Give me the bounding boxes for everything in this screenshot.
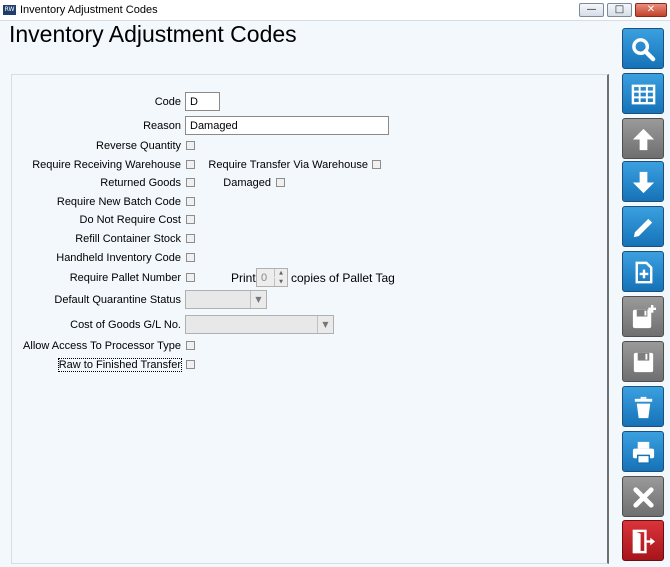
- stepper-up-icon[interactable]: ▲: [274, 269, 287, 277]
- minimize-icon: —: [586, 4, 597, 15]
- list-view-button[interactable]: [622, 73, 664, 114]
- print-label: Print: [231, 271, 256, 285]
- cancel-button[interactable]: [622, 476, 664, 517]
- returned-goods-label: Returned Goods: [100, 177, 181, 189]
- save-icon: [633, 352, 654, 373]
- raw-to-finished-transfer-label[interactable]: Raw to Finished Transfer: [57, 358, 183, 372]
- require-receiving-warehouse-label: Require Receiving Warehouse: [32, 159, 181, 171]
- arrow-down-icon: [632, 171, 655, 194]
- edit-button[interactable]: [622, 206, 664, 247]
- refill-container-stock-checkbox[interactable]: [186, 234, 195, 243]
- save-button[interactable]: [622, 341, 664, 382]
- copies-of-pallet-tag-label: copies of Pallet Tag: [291, 271, 395, 285]
- print-button[interactable]: [622, 431, 664, 472]
- stepper-down-icon[interactable]: ▼: [274, 278, 287, 286]
- cost-of-goods-gl-select[interactable]: ▼: [185, 315, 334, 334]
- print-copies-value: 0: [261, 272, 268, 284]
- save-and-new-button[interactable]: [622, 296, 664, 337]
- default-quarantine-status-label: Default Quarantine Status: [54, 294, 181, 306]
- require-transfer-via-warehouse-checkbox[interactable]: [372, 160, 381, 169]
- chevron-down-icon: ▼: [317, 316, 333, 333]
- close-icon: ✕: [646, 4, 656, 15]
- raw-to-finished-transfer-checkbox[interactable]: [186, 360, 195, 369]
- search-icon: [632, 38, 656, 62]
- damaged-checkbox[interactable]: [276, 178, 285, 187]
- new-record-button[interactable]: [622, 251, 664, 292]
- app-logo-icon: RW: [3, 5, 16, 15]
- next-record-button[interactable]: [622, 161, 664, 202]
- printer-icon: [632, 441, 655, 464]
- handheld-inventory-code-checkbox[interactable]: [186, 253, 195, 262]
- cost-of-goods-gl-label: Cost of Goods G/L No.: [70, 319, 181, 331]
- pencil-icon: [633, 218, 653, 238]
- reverse-quantity-checkbox[interactable]: [186, 141, 195, 150]
- trash-icon: [634, 396, 653, 419]
- returned-goods-checkbox[interactable]: [186, 178, 195, 187]
- require-pallet-number-label: Require Pallet Number: [69, 272, 181, 284]
- reason-label: Reason: [143, 120, 181, 132]
- reason-input[interactable]: [185, 116, 389, 135]
- exit-door-icon: [632, 529, 656, 554]
- code-label: Code: [154, 96, 181, 108]
- delete-button[interactable]: [622, 386, 664, 427]
- reverse-quantity-label: Reverse Quantity: [96, 140, 181, 152]
- maximize-icon: □: [614, 4, 625, 15]
- refill-container-stock-label: Refill Container Stock: [75, 233, 181, 245]
- code-input[interactable]: [185, 92, 220, 111]
- search-button[interactable]: [622, 28, 664, 69]
- allow-access-processor-type-label: Allow Access To Processor Type: [23, 340, 181, 352]
- require-pallet-number-checkbox[interactable]: [186, 273, 195, 282]
- print-copies-stepper[interactable]: 0 ▲ ▼: [256, 268, 288, 287]
- do-not-require-cost-label: Do Not Require Cost: [79, 214, 182, 226]
- previous-record-button[interactable]: [622, 118, 664, 159]
- close-window-button[interactable]: ✕: [635, 3, 667, 17]
- arrow-up-icon: [632, 128, 655, 151]
- require-transfer-via-warehouse-label: Require Transfer Via Warehouse: [208, 159, 368, 171]
- window-title: Inventory Adjustment Codes: [20, 4, 158, 16]
- require-new-batch-code-label: Require New Batch Code: [56, 196, 181, 208]
- default-quarantine-status-select[interactable]: ▼: [185, 290, 267, 309]
- x-icon: [633, 487, 654, 508]
- new-document-icon: [635, 261, 653, 284]
- exit-button[interactable]: [622, 520, 664, 561]
- chevron-down-icon: ▼: [250, 291, 266, 308]
- allow-access-processor-type-checkbox[interactable]: [186, 341, 195, 350]
- handheld-inventory-code-label: Handheld Inventory Code: [56, 252, 181, 264]
- maximize-button[interactable]: □: [607, 3, 632, 17]
- page-title: Inventory Adjustment Codes: [9, 21, 297, 47]
- do-not-require-cost-checkbox[interactable]: [186, 215, 195, 224]
- window-titlebar: RW Inventory Adjustment Codes — □ ✕: [0, 0, 670, 21]
- require-receiving-warehouse-checkbox[interactable]: [186, 160, 195, 169]
- minimize-button[interactable]: —: [579, 3, 604, 17]
- save-plus-icon: [632, 304, 657, 329]
- require-new-batch-code-checkbox[interactable]: [186, 197, 195, 206]
- damaged-label: Damaged: [223, 177, 271, 189]
- grid-icon: [631, 84, 656, 105]
